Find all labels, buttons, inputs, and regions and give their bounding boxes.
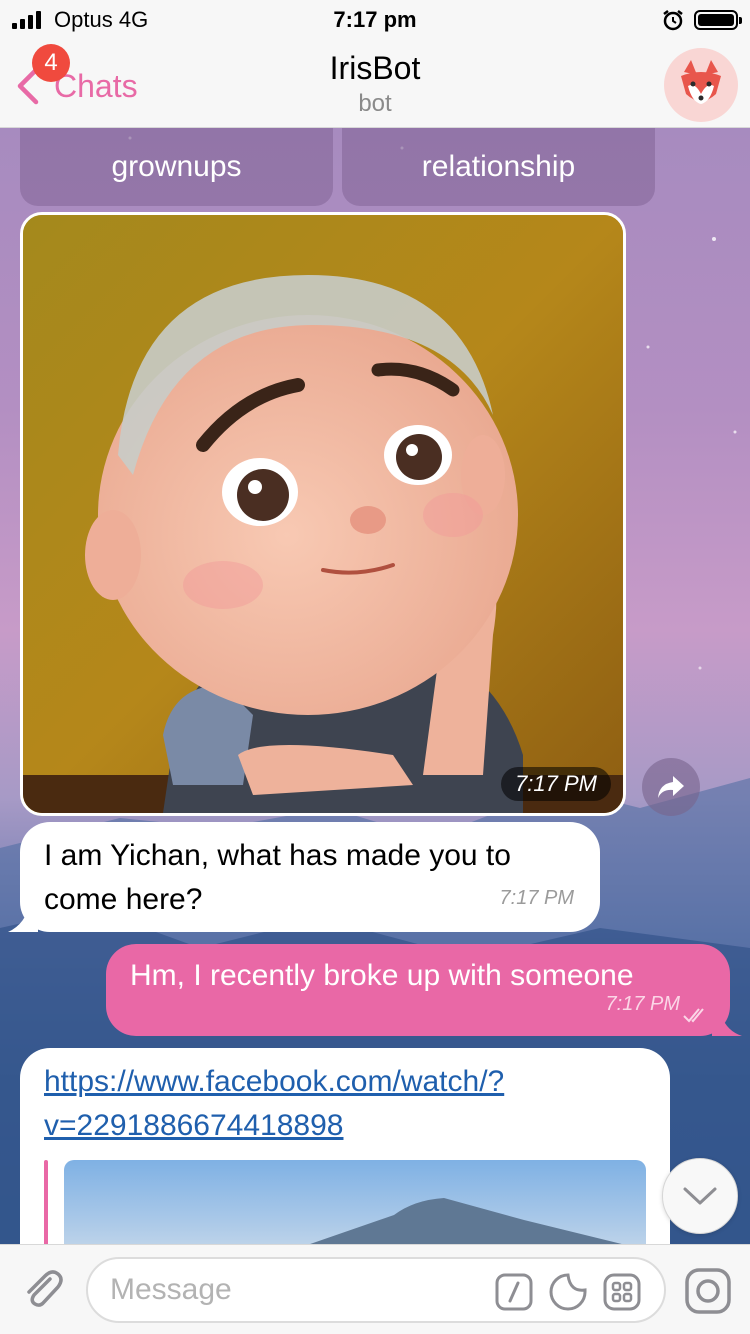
chevron-down-icon	[683, 1187, 717, 1205]
fox-avatar-icon	[681, 60, 721, 104]
link-line[interactable]: https://www.facebook.com/watch/?	[44, 1060, 504, 1104]
camera-icon[interactable]	[684, 1267, 732, 1315]
status-bar: Optus 4G 7:17 pm	[0, 0, 750, 40]
outgoing-message[interactable]: Hm, I recently broke up with someone 7:1…	[106, 944, 730, 1036]
message-text: I am Yichan, what has made you to come h…	[44, 834, 511, 922]
message-time: 7:17 PM	[501, 767, 611, 801]
message-input[interactable]	[110, 1259, 490, 1321]
bot-keyboard-icon[interactable]	[602, 1272, 642, 1312]
message-field[interactable]	[86, 1257, 666, 1323]
bubble-tail	[8, 902, 38, 932]
cartoon-monk-image	[23, 215, 623, 813]
message-time: 7:17 PM	[605, 993, 680, 1015]
message-line: I am Yichan, what has made you to	[44, 839, 511, 872]
status-clock: 7:17 pm	[333, 7, 417, 32]
paperclip-icon[interactable]	[18, 1265, 66, 1313]
command-icon[interactable]	[494, 1272, 534, 1312]
photo-message[interactable]: 7:17 PM	[20, 212, 626, 816]
battery-icon	[694, 10, 742, 30]
read-checkmarks-icon	[683, 1008, 704, 1023]
link-url[interactable]: https://www.facebook.com/watch/? v=22918…	[44, 1060, 504, 1148]
sticker-icon[interactable]	[548, 1272, 588, 1312]
scroll-to-bottom-button[interactable]	[662, 1158, 738, 1234]
alarm-icon	[663, 10, 683, 31]
message-input-bar	[0, 1244, 750, 1334]
avatar[interactable]	[664, 48, 738, 122]
chat-title[interactable]: IrisBot	[0, 50, 750, 87]
message-text: Hm, I recently broke up with someone	[130, 959, 634, 992]
link-line[interactable]: v=2291886674418898	[44, 1104, 504, 1148]
keyboard-button-relationship[interactable]: relationship	[342, 128, 655, 206]
chat-subtitle: bot	[358, 90, 392, 117]
message-line: come here?	[44, 883, 203, 916]
keyboard-button-grownups[interactable]: grownups	[20, 128, 333, 206]
chat-header: Chats 4 IrisBot bot	[0, 40, 750, 128]
incoming-message[interactable]: I am Yichan, what has made you to come h…	[20, 822, 600, 932]
bubble-tail	[712, 1010, 742, 1036]
share-icon	[658, 776, 684, 798]
share-button[interactable]	[642, 758, 700, 816]
message-time: 7:17 PM	[499, 887, 574, 909]
